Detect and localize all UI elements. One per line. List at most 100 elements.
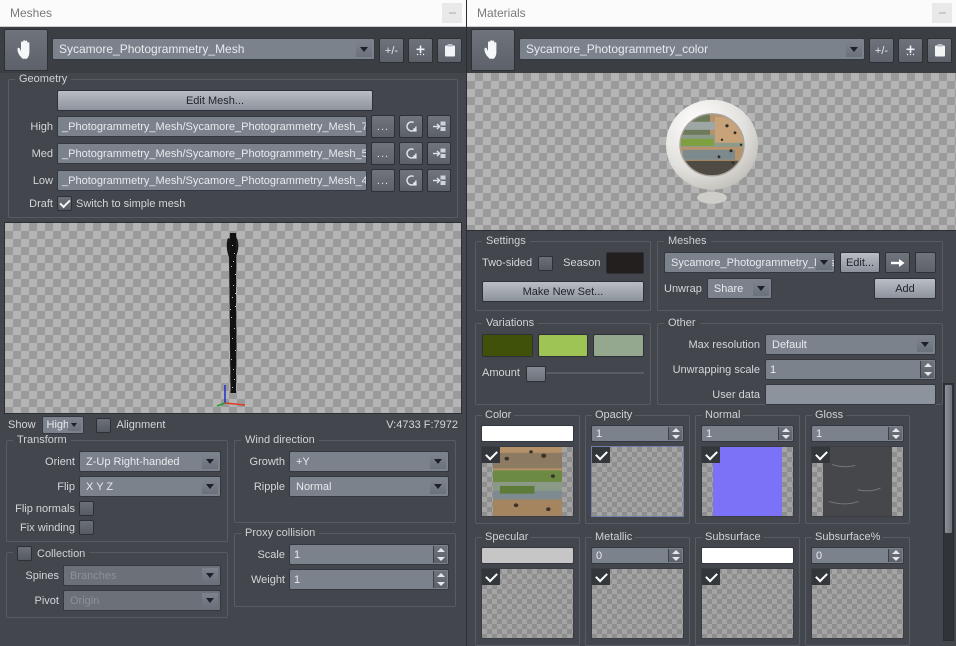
material-add-button[interactable] (898, 38, 923, 63)
channel-subsurface-percent-thumbnail[interactable] (811, 568, 904, 639)
channel-opacity-thumbnail[interactable] (591, 446, 684, 517)
pivot-combo[interactable]: Origin (63, 590, 221, 611)
channel-opacity-enable-checkbox[interactable] (592, 447, 610, 463)
make-new-set-button[interactable]: Make New Set... (482, 281, 644, 302)
mesh-path-input-low[interactable]: _Photogrammetry_Mesh/Sycamore_Photogramm… (57, 170, 367, 191)
max-resolution-combo[interactable]: Default (765, 334, 936, 355)
variation-swatch-2[interactable] (537, 334, 589, 357)
orient-combo[interactable]: Z-Up Right-handed (79, 451, 221, 472)
channel-specular-enable-checkbox[interactable] (482, 569, 500, 585)
chevron-down-icon[interactable] (430, 454, 446, 469)
mesh-import-button-low[interactable] (427, 169, 451, 192)
mesh-reload-button-med[interactable] (399, 142, 423, 165)
channel-gloss-stepper[interactable] (888, 427, 902, 440)
chevron-down-icon[interactable] (202, 568, 218, 583)
mesh-preview-viewport[interactable] (4, 222, 462, 414)
unwrap-combo[interactable]: Share (706, 278, 772, 299)
unwrapping-scale-stepper[interactable] (920, 361, 934, 378)
chevron-down-icon[interactable] (202, 454, 218, 469)
mesh-paste-button[interactable] (437, 38, 462, 63)
chevron-down-icon[interactable] (356, 41, 372, 57)
channel-metallic-stepper[interactable] (668, 549, 682, 562)
chevron-down-icon[interactable] (846, 41, 862, 57)
channel-normal-thumbnail[interactable] (701, 446, 794, 517)
variation-swatch-3[interactable] (593, 334, 645, 357)
material-mesh-apply-button[interactable] (885, 252, 910, 273)
channel-subsurface-thumbnail[interactable] (701, 568, 794, 639)
material-paste-button[interactable] (927, 38, 952, 63)
amount-slider-handle[interactable] (525, 366, 546, 382)
channel-subsurface-percent-enable-checkbox[interactable] (812, 569, 830, 585)
channel-gloss-enable-checkbox[interactable] (812, 447, 830, 463)
mesh-add-button[interactable] (408, 38, 433, 63)
proxy-weight-stepper[interactable] (433, 571, 447, 588)
channel-specular-swatch[interactable] (481, 547, 574, 564)
material-plusminus-button[interactable]: +/- (869, 38, 894, 63)
channel-specular-thumbnail[interactable] (481, 568, 574, 639)
proxy-weight-input[interactable]: 1 (289, 569, 449, 590)
channel-normal-enable-checkbox[interactable] (702, 447, 720, 463)
channel-opacity-input[interactable]: 1 (591, 425, 684, 442)
channel-subsurface-enable-checkbox[interactable] (702, 569, 720, 585)
materials-scrollbar-thumb[interactable] (945, 385, 952, 533)
channel-normal-stepper[interactable] (778, 427, 792, 440)
channel-color-enable-checkbox[interactable] (482, 447, 500, 463)
collection-checkbox[interactable] (17, 546, 32, 561)
proxy-scale-stepper[interactable] (433, 546, 447, 563)
draft-checkbox[interactable] (57, 196, 72, 211)
alignment-checkbox[interactable] (95, 417, 111, 433)
mesh-path-input-high[interactable]: _Photogrammetry_Mesh/Sycamore_Photogramm… (57, 116, 367, 137)
material-mesh-extra-button[interactable] (914, 252, 937, 273)
meshes-close-button[interactable] (442, 3, 462, 23)
channel-gloss-thumbnail[interactable] (811, 446, 904, 517)
chevron-down-icon[interactable] (815, 255, 832, 270)
flip-combo[interactable]: X Y Z (79, 476, 221, 497)
material-selector-combo[interactable]: Sycamore_Photogrammetry_color (519, 38, 865, 60)
unwrap-add-button[interactable]: Add (874, 278, 936, 299)
channel-subsurface-swatch[interactable] (701, 547, 794, 564)
mesh-plusminus-button[interactable]: +/- (379, 38, 404, 63)
user-data-input[interactable] (765, 384, 936, 405)
channel-gloss-input[interactable]: 1 (811, 425, 904, 442)
mesh-reload-button-low[interactable] (399, 169, 423, 192)
chevron-down-icon[interactable] (202, 593, 218, 608)
variation-swatch-1[interactable] (482, 334, 533, 357)
show-lod-combo[interactable]: High (41, 416, 84, 434)
meshes-hand-tool-button[interactable] (4, 29, 48, 71)
material-mesh-combo[interactable]: Sycamore_Photogrammetry_Mesh (664, 252, 835, 273)
channel-subsurface-percent-input[interactable]: 0 (811, 547, 904, 564)
channel-metallic-enable-checkbox[interactable] (592, 569, 610, 585)
channel-subsurface-percent-stepper[interactable] (888, 549, 902, 562)
two-sided-checkbox[interactable] (538, 255, 554, 271)
chevron-down-icon[interactable] (202, 479, 218, 494)
materials-hand-tool-button[interactable] (471, 29, 515, 71)
channel-color-swatch[interactable] (481, 425, 574, 442)
chevron-down-icon[interactable] (752, 281, 769, 296)
channel-opacity-stepper[interactable] (668, 427, 682, 440)
mesh-selector-combo[interactable]: Sycamore_Photogrammetry_Mesh (52, 38, 375, 60)
channel-metallic-input[interactable]: 0 (591, 547, 684, 564)
mesh-path-input-med[interactable]: _Photogrammetry_Mesh/Sycamore_Photogramm… (57, 143, 367, 164)
spines-combo[interactable]: Branches (63, 565, 221, 586)
mesh-browse-button-high[interactable]: ... (371, 115, 395, 138)
chevron-down-icon[interactable] (430, 479, 446, 494)
materials-close-button[interactable] (932, 3, 952, 23)
materials-scrollbar[interactable] (943, 383, 954, 641)
ripple-combo[interactable]: Normal (289, 476, 449, 497)
channel-color-thumbnail[interactable] (481, 446, 574, 517)
proxy-scale-input[interactable]: 1 (289, 544, 449, 565)
channel-normal-input[interactable]: 1 (701, 425, 794, 442)
amount-slider[interactable] (525, 366, 644, 382)
material-mesh-edit-button[interactable]: Edit... (839, 252, 881, 273)
fix-winding-checkbox[interactable] (79, 520, 94, 535)
flip-normals-checkbox[interactable] (79, 501, 94, 516)
mesh-import-button-high[interactable] (427, 115, 451, 138)
unwrapping-scale-input[interactable]: 1 (765, 359, 936, 380)
channel-metallic-thumbnail[interactable] (591, 568, 684, 639)
mesh-browse-button-med[interactable]: ... (371, 142, 395, 165)
mesh-import-button-med[interactable] (427, 142, 451, 165)
chevron-down-icon[interactable] (67, 419, 81, 431)
material-preview-viewport[interactable] (467, 73, 956, 231)
season-color-swatch[interactable] (606, 252, 644, 274)
chevron-down-icon[interactable] (917, 337, 933, 352)
